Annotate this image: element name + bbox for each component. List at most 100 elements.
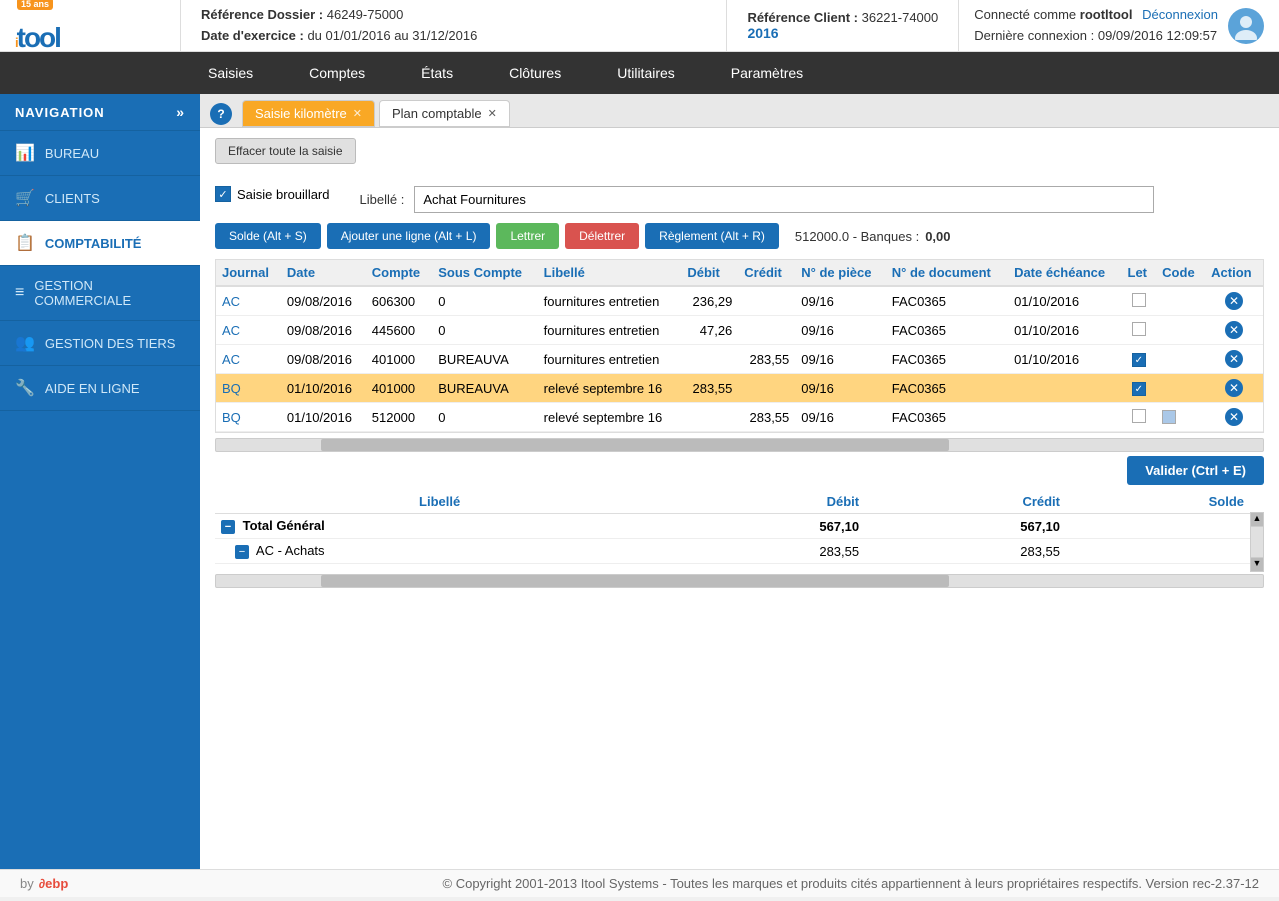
libelle-label: Libellé : <box>360 192 405 207</box>
cell-let[interactable] <box>1122 403 1157 432</box>
let-checkbox[interactable] <box>1132 293 1146 307</box>
cell-debit <box>681 403 738 432</box>
cell-num-piece: 09/16 <box>795 374 886 403</box>
delete-row-button[interactable]: ✕ <box>1225 408 1243 426</box>
table-row: BQ 01/10/2016 512000 0 relevé septembre … <box>216 403 1263 432</box>
cell-date-echeance: 01/10/2016 <box>1008 345 1121 374</box>
col-num-doc: N° de document <box>886 260 1008 286</box>
cell-libelle: relevé septembre 16 <box>538 403 682 432</box>
col-credit: Crédit <box>738 260 795 286</box>
tab-saisie-km[interactable]: Saisie kilomètre ✕ <box>242 100 375 127</box>
cell-action[interactable]: ✕ <box>1205 374 1263 403</box>
bottom-horizontal-scrollbar[interactable] <box>215 574 1264 588</box>
solde-button[interactable]: Solde (Alt + S) <box>215 223 321 249</box>
cell-debit: 283,55 <box>681 374 738 403</box>
valider-button[interactable]: Valider (Ctrl + E) <box>1127 456 1264 485</box>
sidebar-item-clients[interactable]: 🛒 CLIENTS <box>0 176 200 221</box>
client-ref-value: 36221-74000 <box>862 10 939 25</box>
summary-sub-solde <box>1066 539 1250 564</box>
cell-num-doc: FAC0365 <box>886 403 1008 432</box>
sidebar-item-aide[interactable]: 🔧 AIDE EN LIGNE <box>0 366 200 411</box>
sidebar-item-gestion-tiers[interactable]: 👥 GESTION DES TIERS <box>0 321 200 366</box>
aide-icon: 🔧 <box>15 378 35 398</box>
last-login-label: Dernière connexion : <box>974 28 1094 43</box>
delete-row-button[interactable]: ✕ <box>1225 350 1243 368</box>
cell-action[interactable]: ✕ <box>1205 316 1263 345</box>
nav-utilitaires[interactable]: Utilitaires <box>589 52 703 94</box>
nav-clotures[interactable]: Clôtures <box>481 52 589 94</box>
delete-row-button[interactable]: ✕ <box>1225 321 1243 339</box>
let-checkbox[interactable]: ✓ <box>1132 353 1146 367</box>
cell-num-piece: 09/16 <box>795 345 886 374</box>
dossier-value: 46249-75000 <box>327 7 404 22</box>
action-buttons: Solde (Alt + S) Ajouter une ligne (Alt +… <box>215 223 1264 249</box>
comptabilite-icon: 📋 <box>15 233 35 253</box>
summary-col-libelle: Libellé <box>215 490 664 514</box>
sidebar-item-comptabilite[interactable]: 📋 COMPTABILITÉ <box>0 221 200 266</box>
cell-let[interactable] <box>1122 286 1157 316</box>
tab-plan-comptable[interactable]: Plan comptable ✕ <box>379 100 510 127</box>
nav-comptes[interactable]: Comptes <box>281 52 393 94</box>
navbar: Saisies Comptes États Clôtures Utilitair… <box>0 52 1279 94</box>
cell-date: 01/10/2016 <box>281 403 366 432</box>
date-label: Date d'exercice : <box>201 28 304 43</box>
cell-compte: 512000 <box>366 403 432 432</box>
col-date: Date <box>281 260 366 286</box>
sidebar-item-gestion-commerciale[interactable]: ≡ GESTION COMMERCIALE <box>0 266 200 321</box>
sub-expand-icon[interactable]: − <box>235 545 249 559</box>
cell-let[interactable]: ✓ <box>1122 374 1157 403</box>
tab-plan-comptable-label: Plan comptable <box>392 106 482 121</box>
main-layout: NAVIGATION » 📊 BUREAU 🛒 CLIENTS 📋 COMPTA… <box>0 94 1279 869</box>
nav-parametres[interactable]: Paramètres <box>703 52 831 94</box>
scroll-down-button[interactable]: ▼ <box>1251 557 1263 571</box>
cell-libelle: fournitures entretien <box>538 316 682 345</box>
delete-row-button[interactable]: ✕ <box>1225 292 1243 310</box>
reglement-button[interactable]: Règlement (Alt + R) <box>645 223 779 249</box>
cell-sous-compte: 0 <box>432 316 537 345</box>
logo-badge: 15 ans <box>17 0 53 10</box>
bureau-icon: 📊 <box>15 143 35 163</box>
total-expand-icon[interactable]: − <box>221 520 235 534</box>
valider-row: Valider (Ctrl + E) <box>215 456 1264 485</box>
nav-etats[interactable]: États <box>393 52 481 94</box>
sidebar-header: NAVIGATION » <box>0 94 200 131</box>
cell-action[interactable]: ✕ <box>1205 286 1263 316</box>
data-table: Journal Date Compte Sous Compte Libellé … <box>216 260 1263 432</box>
cell-credit <box>738 286 795 316</box>
brouillard-checkbox[interactable]: ✓ <box>215 186 231 202</box>
let-checkbox[interactable] <box>1132 409 1146 423</box>
lettrer-button[interactable]: Lettrer <box>496 223 559 249</box>
sidebar-item-bureau[interactable]: 📊 BUREAU <box>0 131 200 176</box>
scroll-up-button[interactable]: ▲ <box>1251 513 1263 527</box>
delettrer-button[interactable]: Délettrer <box>565 223 639 249</box>
cell-action[interactable]: ✕ <box>1205 345 1263 374</box>
cell-libelle: fournitures entretien <box>538 286 682 316</box>
connected-label: Connecté comme <box>974 7 1076 22</box>
cell-let[interactable] <box>1122 316 1157 345</box>
help-button[interactable]: ? <box>210 103 232 125</box>
let-checkbox[interactable] <box>1132 322 1146 336</box>
nav-saisies[interactable]: Saisies <box>180 52 281 94</box>
delete-row-button[interactable]: ✕ <box>1225 379 1243 397</box>
tab-plan-comptable-close[interactable]: ✕ <box>488 107 497 120</box>
deconnexion-link[interactable]: Déconnexion <box>1142 7 1218 22</box>
summary-total-credit: 567,10 <box>865 514 1066 539</box>
let-checkbox[interactable]: ✓ <box>1132 382 1146 396</box>
cell-let[interactable]: ✓ <box>1122 345 1157 374</box>
cell-credit <box>738 374 795 403</box>
cell-date-echeance: 01/10/2016 <box>1008 316 1121 345</box>
data-table-container[interactable]: Journal Date Compte Sous Compte Libellé … <box>215 259 1264 433</box>
ajouter-ligne-button[interactable]: Ajouter une ligne (Alt + L) <box>327 223 491 249</box>
cell-action[interactable]: ✕ <box>1205 403 1263 432</box>
col-date-echeance: Date échéance <box>1008 260 1121 286</box>
cell-credit: 283,55 <box>738 403 795 432</box>
sidebar-label-clients: CLIENTS <box>45 191 100 206</box>
avatar <box>1228 8 1264 44</box>
horizontal-scrollbar[interactable] <box>215 438 1264 452</box>
tab-saisie-km-close[interactable]: ✕ <box>353 107 362 120</box>
libelle-input[interactable] <box>414 186 1154 213</box>
effacer-button[interactable]: Effacer toute la saisie <box>215 138 356 164</box>
sidebar-collapse-icon[interactable]: » <box>176 104 185 120</box>
vertical-scrollbar[interactable]: ▲ ▼ <box>1250 512 1264 572</box>
cell-debit <box>681 345 738 374</box>
